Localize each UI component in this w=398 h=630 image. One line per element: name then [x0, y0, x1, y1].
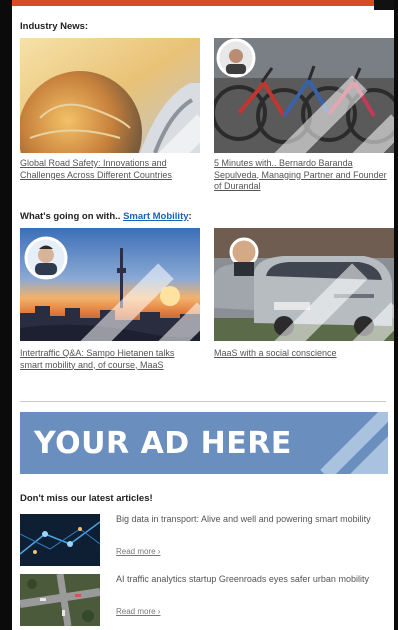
- card-image-bicycles[interactable]: [214, 38, 394, 153]
- card-image-road-safety[interactable]: [20, 38, 200, 153]
- globe-car-image: [20, 38, 200, 153]
- article-title-big-data[interactable]: Big data in transport: Alive and well an…: [116, 514, 390, 526]
- header-strip: [12, 0, 394, 6]
- industry-news-heading: Industry News:: [20, 21, 89, 32]
- card-image-maas[interactable]: [214, 228, 394, 341]
- card-title-bernardo-baranda[interactable]: 5 Minutes with.. Bernardo Baranda Sepulv…: [214, 158, 390, 193]
- whats-going-on-heading: What's going on with.. Smart Mobility:: [20, 211, 192, 222]
- data-network-image: [20, 514, 100, 566]
- ad-banner[interactable]: YOUR AD HERE: [20, 412, 388, 474]
- article-thumb-big-data[interactable]: [20, 514, 100, 566]
- card-image-intertraffic[interactable]: [20, 228, 200, 341]
- aerial-traffic-image: [20, 574, 100, 626]
- heading-prefix: What's going on with..: [20, 211, 121, 222]
- card-title-intertraffic[interactable]: Intertraffic Q&A: Sampo Hietanen talks s…: [20, 348, 196, 371]
- header-strip-edge: [374, 0, 394, 10]
- smart-mobility-link[interactable]: Smart Mobility: [123, 211, 188, 222]
- latest-articles-heading: Don't miss our latest articles!: [20, 493, 153, 504]
- card-title-road-safety[interactable]: Global Road Safety: Innovations and Chal…: [20, 158, 196, 181]
- read-more-link[interactable]: Read more ›: [116, 547, 160, 556]
- section-divider: [20, 401, 386, 402]
- article-title-greenroads[interactable]: AI traffic analytics startup Greenroads …: [116, 574, 390, 586]
- read-more-link[interactable]: Read more ›: [116, 607, 160, 616]
- heading-suffix: :: [188, 211, 192, 222]
- ad-text: YOUR AD HERE: [34, 426, 292, 461]
- list-item: Big data in transport: Alive and well an…: [20, 514, 390, 566]
- list-item: AI traffic analytics startup Greenroads …: [20, 574, 390, 626]
- newsletter-panel: Industry News: Global Road Safety: Innov…: [12, 0, 394, 630]
- card-title-maas-social[interactable]: MaaS with a social conscience: [214, 348, 390, 360]
- article-thumb-greenroads[interactable]: [20, 574, 100, 626]
